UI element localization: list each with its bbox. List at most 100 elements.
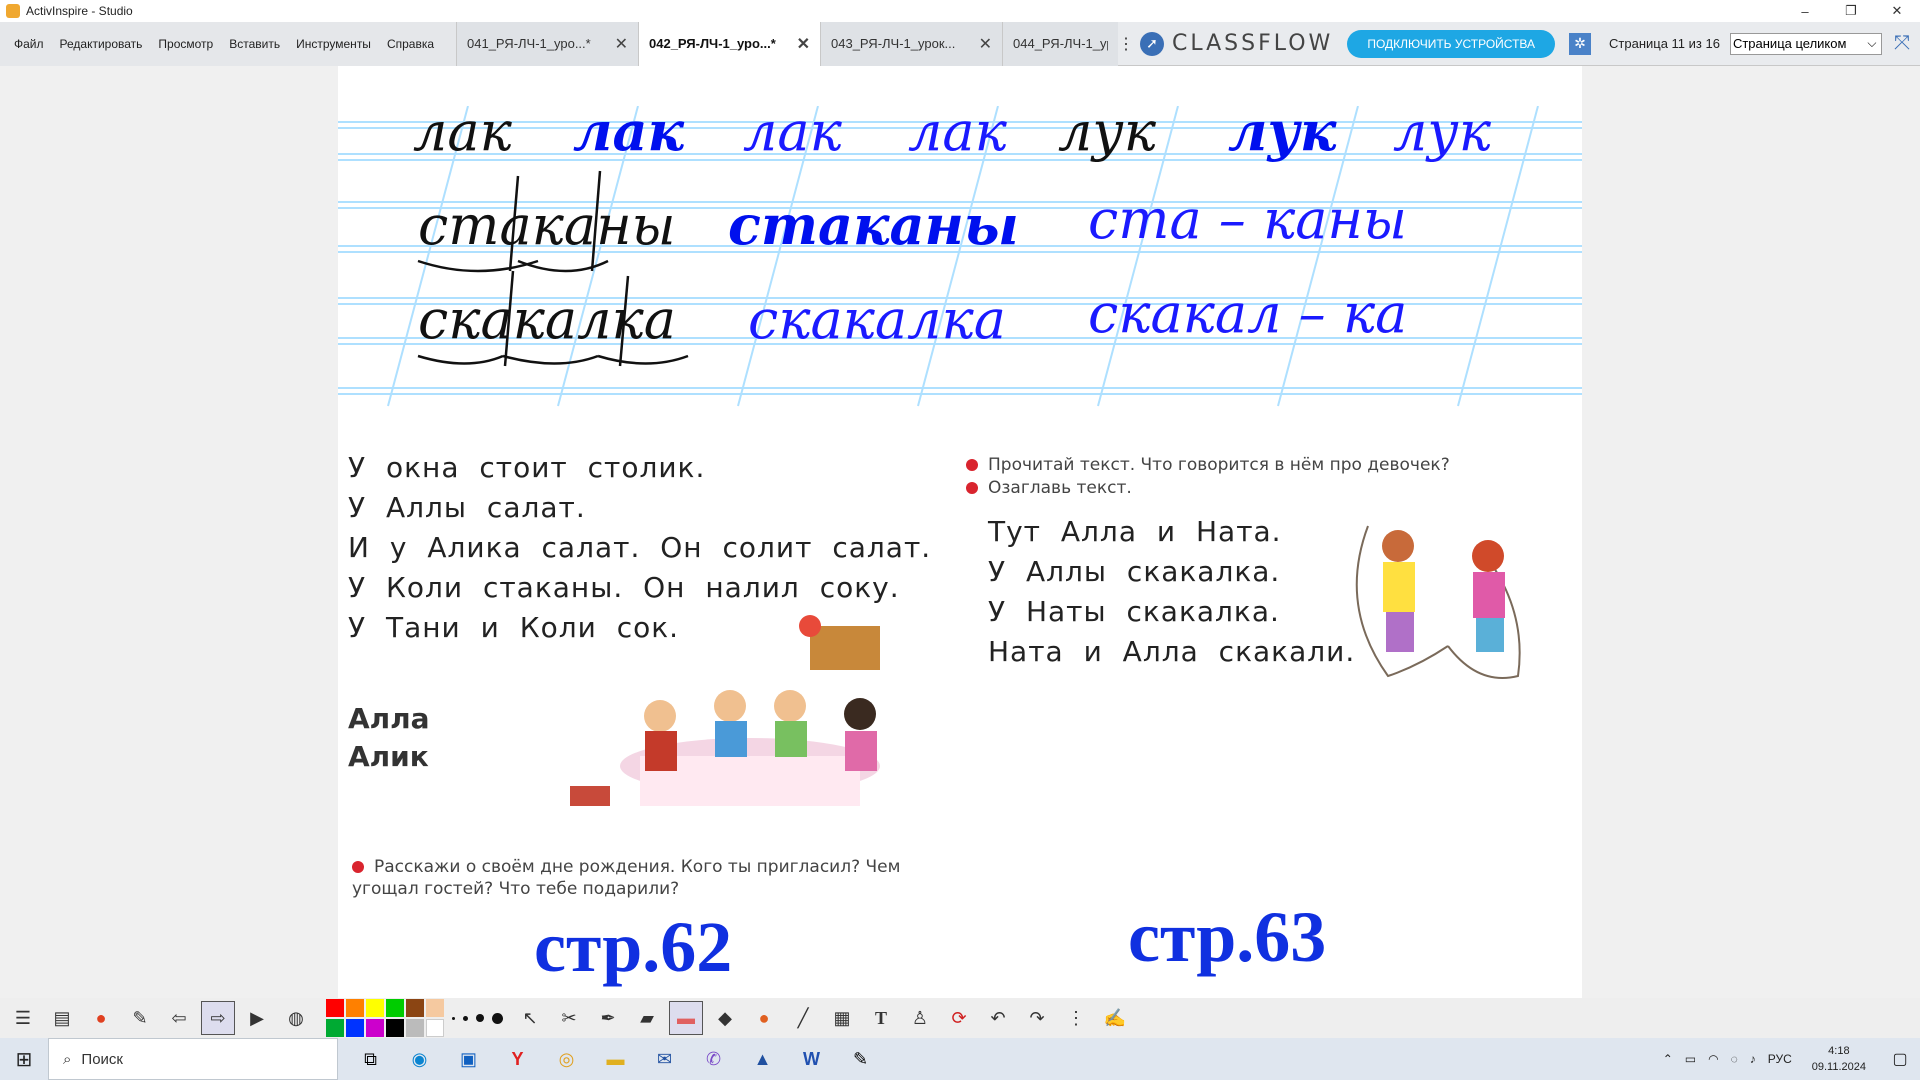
zoom-select[interactable]: Страница целиком ⌵: [1729, 32, 1882, 55]
name-alla: Алла: [348, 702, 430, 735]
next-page-icon[interactable]: ⇨: [201, 1001, 235, 1035]
taskbar-search[interactable]: ⌕ Поиск: [48, 1038, 338, 1080]
os-taskbar: ⊞ ⌕ Поиск ⧉ ◉ ▣ Y ◎ ▬ ✉ ✆ ▲ W ✎ ⌃ ▭ ◠ ◌ …: [0, 1038, 1920, 1080]
main-menu: Файл Редактировать Просмотр Вставить Инс…: [0, 21, 456, 66]
maximize-button[interactable]: ❐: [1828, 0, 1874, 22]
shape-icon[interactable]: ●: [747, 1001, 781, 1035]
play-icon[interactable]: ▶: [240, 1001, 274, 1035]
connector-icon[interactable]: ╱: [786, 1001, 820, 1035]
bullet-icon: [966, 482, 978, 494]
names-block: Алла Алик: [348, 700, 430, 776]
window-title: ActivInspire - Studio: [26, 4, 133, 18]
studio-icon[interactable]: ✎: [836, 1038, 885, 1080]
menu-insert[interactable]: Вставить: [221, 30, 288, 58]
customize-toolbar-icon[interactable]: ✍: [1098, 1001, 1132, 1035]
jump-rope-illustration: [1355, 525, 1521, 679]
width-option[interactable]: [492, 1012, 503, 1024]
minimize-button[interactable]: –: [1782, 0, 1828, 22]
color-swatch[interactable]: [326, 1019, 344, 1037]
desktop-annotate-icon[interactable]: ✎: [123, 1001, 157, 1035]
browsers-icon[interactable]: ▤: [45, 1001, 79, 1035]
color-swatch[interactable]: [426, 999, 444, 1017]
color-swatch[interactable]: [366, 1019, 384, 1037]
rocket-icon[interactable]: ➚: [1140, 31, 1164, 56]
color-swatch[interactable]: [406, 1019, 424, 1037]
tab-044[interactable]: 044_РЯ-ЛЧ-1_ур: [1002, 21, 1118, 66]
viber-icon[interactable]: ✆: [689, 1038, 738, 1080]
tab-overflow-icon[interactable]: ⋮: [1118, 22, 1134, 66]
volume-icon[interactable]: ♪: [1750, 1052, 1756, 1066]
color-swatch[interactable]: [346, 999, 364, 1017]
resources-icon[interactable]: ▦: [825, 1001, 859, 1035]
close-icon[interactable]: ✕: [979, 34, 992, 54]
store-icon[interactable]: ▣: [444, 1038, 493, 1080]
color-swatch[interactable]: [406, 999, 424, 1017]
menu-view[interactable]: Просмотр: [150, 30, 221, 58]
chevron-up-icon[interactable]: ⌃: [1663, 1052, 1673, 1066]
task-view-icon[interactable]: ⧉: [346, 1038, 395, 1080]
color-swatch[interactable]: [326, 999, 344, 1017]
menu-file[interactable]: Файл: [6, 30, 52, 58]
width-option[interactable]: [463, 1015, 468, 1021]
color-swatch[interactable]: [346, 1019, 364, 1037]
undo-icon[interactable]: ↶: [981, 1001, 1015, 1035]
word-icon[interactable]: W: [787, 1038, 836, 1080]
connect-devices-button[interactable]: ПОДКЛЮЧИТЬ УСТРОЙСТВА: [1347, 29, 1556, 58]
fill-icon[interactable]: ◆: [708, 1001, 742, 1035]
notifications-icon[interactable]: ▢: [1880, 1049, 1920, 1069]
width-option[interactable]: [452, 1016, 455, 1020]
search-placeholder: Поиск: [81, 1050, 123, 1068]
more-icon[interactable]: ⋮: [1059, 1001, 1093, 1035]
color-swatch[interactable]: [426, 1019, 444, 1037]
page-browser-icon[interactable]: ✲: [1569, 32, 1592, 55]
text-line: У Аллы скакалка.: [988, 555, 1281, 588]
menu-tools[interactable]: Инструменты: [288, 30, 379, 58]
mail-icon[interactable]: ✉: [640, 1038, 689, 1080]
tab-043[interactable]: 043_РЯ-ЛЧ-1_урок... ✕: [820, 21, 1002, 66]
menu-help[interactable]: Справка: [379, 30, 442, 58]
select-icon[interactable]: ↖: [513, 1001, 547, 1035]
hw-stakany-syllables: ста – каны: [1088, 188, 1407, 251]
network-icon[interactable]: ◌: [1731, 1052, 1738, 1066]
clock[interactable]: 4:18 09.11.2024: [1812, 1043, 1866, 1075]
pen-red-icon[interactable]: ●: [84, 1001, 118, 1035]
menu-edit[interactable]: Редактировать: [52, 30, 151, 58]
device-icon[interactable]: ▭: [1685, 1052, 1696, 1066]
text-icon[interactable]: T: [864, 1001, 898, 1035]
eraser-icon[interactable]: ▬: [669, 1001, 703, 1035]
highlighter-icon[interactable]: ▰: [630, 1001, 664, 1035]
globe-icon[interactable]: ◍: [279, 1001, 313, 1035]
color-swatch[interactable]: [366, 999, 384, 1017]
close-button[interactable]: ✕: [1874, 0, 1920, 22]
close-icon[interactable]: ✕: [615, 34, 628, 54]
flipchart-canvas[interactable]: лак лак лак лак лук лук лук стаканы стак…: [338, 66, 1582, 998]
close-icon[interactable]: ✕: [797, 34, 810, 54]
previous-page-icon[interactable]: ⇦: [162, 1001, 196, 1035]
tools-icon[interactable]: ✂: [552, 1001, 586, 1035]
chrome-icon[interactable]: ◎: [542, 1038, 591, 1080]
system-tray: ⌃ ▭ ◠ ◌ ♪ РУС 4:18 09.11.2024 ▢: [1657, 1038, 1920, 1080]
text-line: У окна стоит столик.: [348, 451, 706, 484]
main-menu-icon[interactable]: ☰: [6, 1001, 40, 1035]
clear-icon[interactable]: ♙: [903, 1001, 937, 1035]
color-swatch[interactable]: [386, 1019, 404, 1037]
reset-page-icon[interactable]: ⟳: [942, 1001, 976, 1035]
wifi-icon[interactable]: ◠: [1708, 1052, 1718, 1066]
color-swatch[interactable]: [386, 999, 404, 1017]
tab-041[interactable]: 041_РЯ-ЛЧ-1_уро...* ✕: [456, 21, 638, 66]
activinspire-icon[interactable]: ▲: [738, 1038, 787, 1080]
edge-icon[interactable]: ◉: [395, 1038, 444, 1080]
tab-042[interactable]: 042_РЯ-ЛЧ-1_уро...* ✕: [638, 21, 820, 66]
hw-skakalka-syllables: скакал – ка: [1088, 282, 1407, 345]
yandex-icon[interactable]: Y: [493, 1038, 542, 1080]
search-icon: ⌕: [63, 1050, 72, 1068]
window-controls: – ❐ ✕: [1782, 0, 1920, 22]
pen-icon[interactable]: ✒: [591, 1001, 625, 1035]
page-tools: ✲ Страница 11 из 16 Страница целиком ⌵ ⤧: [1569, 32, 1910, 55]
redo-icon[interactable]: ↷: [1020, 1001, 1054, 1035]
windows-start-icon[interactable]: ⊞: [0, 1038, 48, 1080]
language-indicator[interactable]: РУС: [1768, 1052, 1792, 1066]
fullscreen-icon[interactable]: ⤧: [1894, 32, 1910, 55]
width-option[interactable]: [476, 1014, 484, 1022]
file-explorer-icon[interactable]: ▬: [591, 1038, 640, 1080]
